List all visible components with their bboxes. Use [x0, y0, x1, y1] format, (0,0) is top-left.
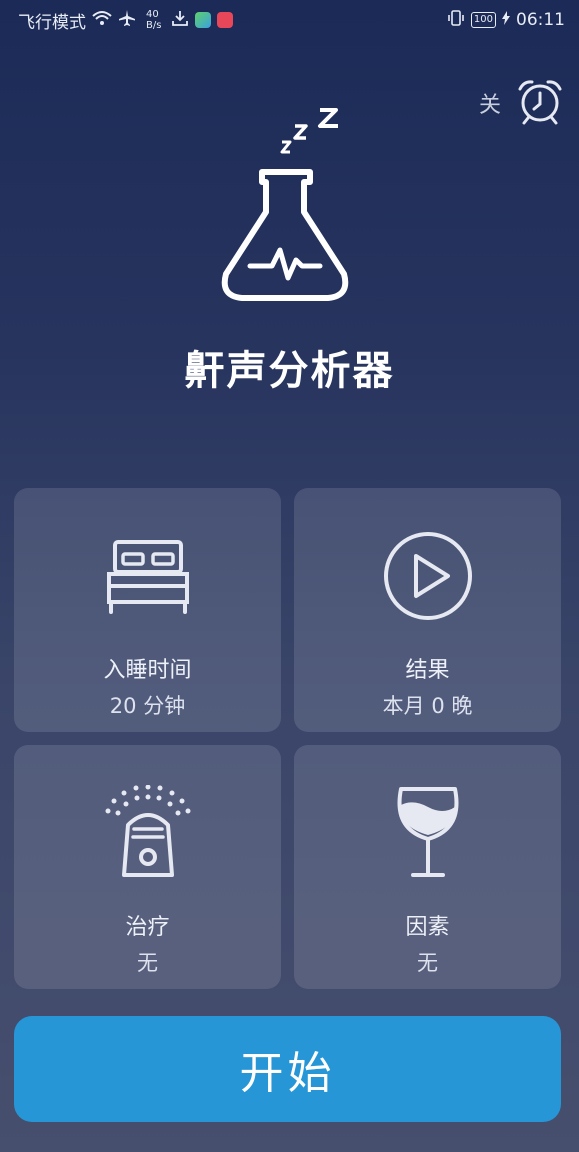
card-value: 无 [137, 951, 158, 975]
app-notification-icon [195, 12, 212, 28]
card-title: 入睡时间 [103, 658, 192, 683]
alarm-status-label: 关 [478, 93, 501, 118]
play-circle-icon [380, 526, 476, 626]
speed-unit: B/s [146, 20, 162, 31]
carrier-label: 飞行模式 [18, 12, 86, 33]
card-title: 因素 [405, 915, 450, 940]
clock-time: 06:11 [516, 10, 565, 30]
start-button[interactable]: 开始 [14, 1016, 561, 1122]
airplane-icon [118, 9, 136, 32]
charging-icon [502, 10, 510, 30]
factors-card[interactable]: 因素 无 [294, 745, 561, 989]
wifi-icon [92, 10, 112, 31]
status-left: 飞行模式 40 B/s [18, 8, 234, 33]
card-value: 无 [417, 951, 438, 975]
card-value: 20 分钟 [109, 694, 186, 718]
alarm-clock-icon[interactable] [515, 76, 565, 130]
card-value: 本月 0 晚 [382, 694, 473, 718]
flask-sleep-icon [210, 100, 360, 314]
results-card[interactable]: 结果 本月 0 晚 [294, 488, 561, 732]
sleep-onset-card[interactable]: 入睡时间 20 分钟 [14, 488, 281, 732]
remedy-device-icon [98, 783, 198, 883]
battery-level: 100 [470, 12, 496, 28]
status-bar: 飞行模式 40 B/s 100 06:11 [0, 0, 579, 40]
app-title: 鼾声分析器 [184, 348, 395, 394]
vibrate-icon [447, 9, 465, 32]
network-speed: 40 B/s [146, 9, 161, 31]
bed-icon [103, 526, 193, 626]
wine-glass-icon [393, 783, 463, 883]
download-icon [171, 9, 189, 32]
speed-value: 40 [146, 9, 159, 20]
alarm-toggle[interactable]: 关 [479, 76, 565, 130]
app-notification-icon [217, 12, 234, 28]
remedies-card[interactable]: 治疗 无 [14, 745, 281, 989]
card-title: 结果 [405, 658, 450, 683]
status-right: 100 06:11 [447, 9, 565, 32]
card-title: 治疗 [125, 915, 170, 940]
